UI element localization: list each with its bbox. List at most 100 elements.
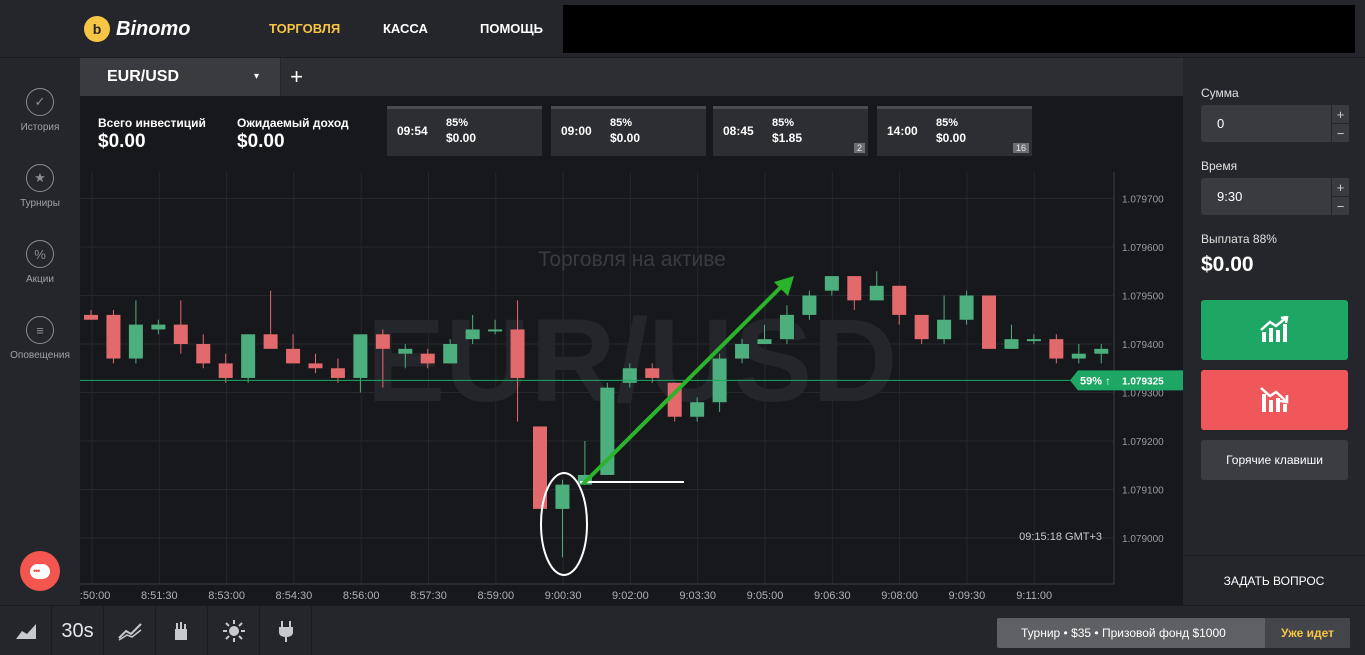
trophy-icon: ★	[26, 164, 54, 192]
x-tick-label: 8:57:30	[410, 590, 447, 602]
deal-card[interactable]: 09:00 85% $0.00	[551, 106, 706, 156]
candle-down	[914, 314, 929, 340]
sidebar-item-notifications[interactable]: ≡ Оповещения	[0, 316, 80, 361]
deal-percent: 85%	[446, 117, 469, 129]
price-chart[interactable]: Торговля на активе EUR/USD 1.0797001.079…	[80, 96, 1183, 605]
left-sidebar: ✓ История ★ Турниры % Акции ≡ Оповещения	[0, 58, 80, 605]
sidebar-item-label: Турниры	[20, 198, 60, 209]
binomo-logo-icon: b	[84, 16, 110, 42]
candle-up	[128, 324, 143, 359]
expected-income-value: $0.00	[237, 131, 285, 152]
deal-amount: $0.00	[610, 131, 641, 145]
candle-up	[1004, 339, 1019, 349]
sidebar-item-label: История	[20, 122, 60, 133]
drawing-tools-button[interactable]	[156, 606, 208, 655]
check-icon: ✓	[26, 88, 54, 116]
deal-count-badge: 16	[1012, 143, 1029, 153]
chevron-down-icon[interactable]: ▾	[254, 71, 259, 82]
x-tick-label: 8:51:30	[141, 590, 178, 602]
x-tick-label: 9:02:00	[612, 590, 649, 602]
theme-icon	[222, 620, 245, 642]
x-axis: 8:50:00 8:51:30 8:53:00 8:54:30 8:56:00 8:57:…	[80, 583, 1114, 602]
nav-cashier[interactable]: КАССА	[383, 21, 428, 36]
deal-count-badge: 2	[853, 143, 865, 153]
candle-up	[779, 314, 794, 340]
deal-card[interactable]: 14:00 85% $0.00 16	[877, 106, 1032, 156]
candle-down	[263, 334, 278, 349]
buy-down-button[interactable]	[1201, 370, 1348, 430]
current-price-value: 1.079325	[1122, 376, 1164, 387]
plug-icon	[278, 621, 293, 642]
candle-down	[645, 368, 660, 378]
candle-up	[1094, 348, 1109, 354]
asset-tab-eurusd[interactable]: EUR/USD ▾	[80, 58, 280, 96]
amount-label: Сумма	[1201, 86, 1239, 100]
candle-down	[308, 363, 323, 369]
amount-plus-button[interactable]: +	[1331, 105, 1349, 123]
x-tick-label: 8:53:00	[208, 590, 245, 602]
candle-down	[420, 353, 435, 364]
top-header: b Binomo ТОРГОВЛЯ КАССА ПОМОЩЬ	[0, 0, 1365, 58]
add-asset-button[interactable]: +	[280, 58, 312, 96]
deal-time: 08:45	[723, 124, 754, 138]
theme-button[interactable]	[208, 606, 260, 655]
hotkeys-button[interactable]: Горячие клавиши	[1201, 440, 1348, 480]
candle-down	[375, 334, 390, 349]
nav-trading[interactable]: ТОРГОВЛЯ	[269, 21, 340, 36]
candle-down	[330, 368, 345, 378]
time-input[interactable]: 9:30	[1201, 178, 1331, 215]
candle-up	[1071, 353, 1086, 359]
deal-amount: $0.00	[446, 131, 477, 145]
amount-minus-button[interactable]: −	[1331, 124, 1349, 142]
current-price-percent: 59% ↑	[1080, 375, 1111, 387]
brand-name: Binomo	[116, 17, 191, 40]
deal-card[interactable]: 08:45 85% $1.85 2	[713, 106, 868, 156]
percent-icon: %	[26, 240, 54, 268]
trade-panel: Сумма 0 + − Время 9:30 + − Выплата 88% $…	[1183, 58, 1365, 605]
x-tick-label: 9:00:30	[545, 590, 582, 602]
chart-type-button[interactable]	[0, 606, 52, 655]
y-tick-label: 1.079000	[1122, 534, 1164, 545]
candle-down	[1049, 339, 1064, 359]
sidebar-item-tournaments[interactable]: ★ Турниры	[0, 164, 80, 209]
x-tick-label: 9:03:30	[679, 590, 716, 602]
deal-time: 14:00	[887, 124, 918, 138]
candle-down	[196, 344, 211, 364]
deal-card[interactable]: 09:54 85% $0.00	[387, 106, 542, 156]
deal-amount: $0.00	[936, 131, 967, 145]
time-minus-button[interactable]: −	[1331, 197, 1349, 215]
candle-down	[173, 324, 188, 344]
y-tick-label: 1.079500	[1122, 292, 1164, 303]
timeframe-button[interactable]: 30s	[52, 606, 104, 655]
asset-tab-bar: EUR/USD ▾ +	[80, 58, 1183, 96]
deal-percent: 85%	[936, 117, 959, 129]
bell-menu-icon: ≡	[26, 316, 54, 344]
y-tick-label: 1.079700	[1122, 195, 1164, 206]
ask-question-button[interactable]: ЗАДАТЬ ВОПРОС	[1183, 555, 1365, 605]
sidebar-item-promotions[interactable]: % Акции	[0, 240, 80, 285]
candle-down	[892, 285, 907, 315]
bottom-toolbar: 30s Турнир • $35 • Призовой фонд $1000 У…	[0, 605, 1365, 655]
chart-down-icon	[1259, 387, 1288, 412]
time-plus-button[interactable]: +	[1331, 178, 1349, 196]
sidebar-item-label: Акции	[26, 274, 54, 285]
indicators-button[interactable]	[104, 606, 156, 655]
amount-input[interactable]: 0	[1201, 105, 1331, 142]
total-investment: Всего инвестиций $0.00	[98, 116, 206, 153]
x-tick-label: 9:11:00	[1016, 590, 1052, 602]
payout-label: Выплата 88%	[1201, 232, 1277, 246]
support-chat-button[interactable]	[20, 551, 60, 591]
sidebar-item-history[interactable]: ✓ История	[0, 88, 80, 133]
chart-area[interactable]: Торговля на активе EUR/USD 1.079700 1.079…	[80, 96, 1183, 605]
tournament-banner[interactable]: Турнир • $35 • Призовой фонд $1000 Уже и…	[997, 618, 1350, 648]
connection-button[interactable]	[260, 606, 312, 655]
candle-up	[398, 348, 413, 354]
deal-percent: 85%	[772, 117, 795, 129]
nav-help[interactable]: ПОМОЩЬ	[480, 21, 543, 36]
candle-up	[465, 329, 480, 340]
binomo-logo[interactable]: b Binomo	[84, 16, 190, 42]
buy-up-button[interactable]	[1201, 300, 1348, 360]
candle-down	[286, 348, 301, 364]
chart-up-icon	[1259, 316, 1288, 342]
indicators-icon	[117, 623, 142, 641]
